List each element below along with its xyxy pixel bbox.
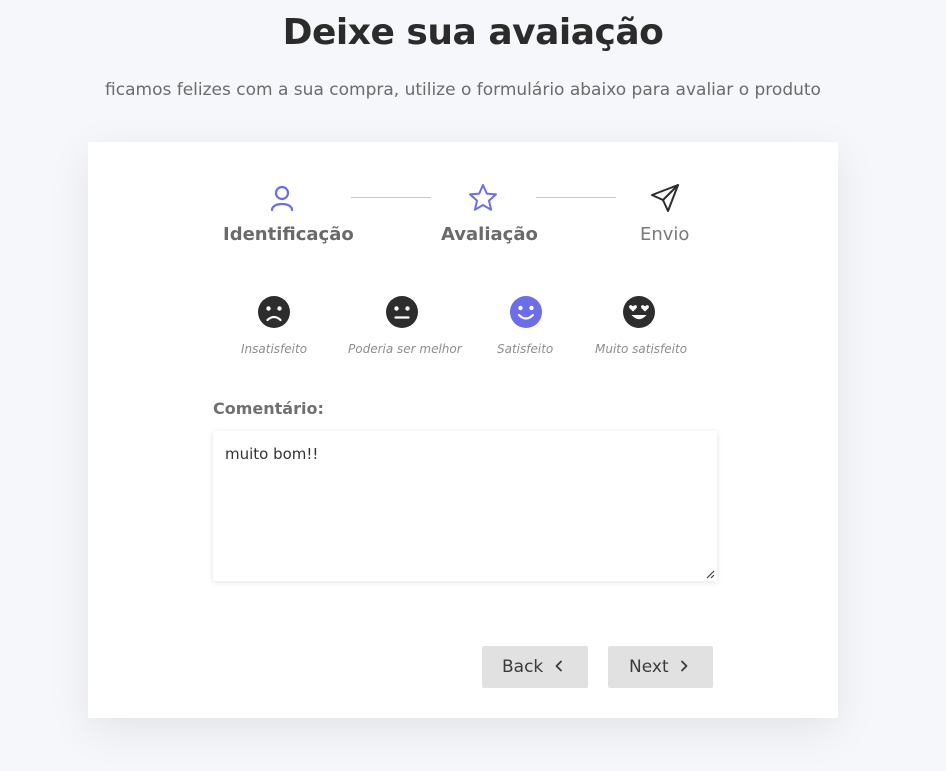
review-form-card: Identificação Avaliação Envio Insatisfei… [88, 142, 838, 718]
send-icon [651, 184, 679, 212]
next-button-label: Next [629, 657, 669, 677]
smile-face-icon[interactable] [509, 295, 543, 329]
rating-label: Satisfeito [497, 342, 554, 356]
heart-eyes-face-icon[interactable] [622, 295, 656, 329]
comment-label: Comentário: [213, 399, 324, 418]
resize-handle-icon[interactable] [705, 569, 715, 579]
neutral-face-icon[interactable] [385, 295, 419, 329]
comment-text[interactable]: muito bom!! [225, 445, 318, 463]
step-label-identificacao: Identificação [223, 224, 354, 245]
next-button[interactable]: Next [608, 646, 713, 688]
page-subtitle: ficamos felizes com a sua compra, utiliz… [105, 80, 821, 100]
rating-label: Insatisfeito [241, 342, 308, 356]
frown-face-icon[interactable] [257, 295, 291, 329]
page-title: Deixe sua avaiação [282, 12, 664, 53]
step-label-avaliacao: Avaliação [441, 224, 538, 245]
step-connector [351, 197, 431, 198]
star-icon [469, 184, 497, 211]
rating-label: Poderia ser melhor [348, 342, 462, 356]
comment-textarea[interactable]: muito bom!! [213, 431, 717, 581]
back-button-label: Back [502, 657, 544, 677]
step-label-envio: Envio [640, 224, 690, 245]
step-connector [536, 197, 616, 198]
rating-label: Muito satisfeito [595, 342, 688, 356]
back-button[interactable]: Back [482, 646, 588, 688]
chevron-right-icon [681, 660, 688, 672]
user-icon [270, 185, 294, 212]
chevron-left-icon [555, 660, 562, 672]
